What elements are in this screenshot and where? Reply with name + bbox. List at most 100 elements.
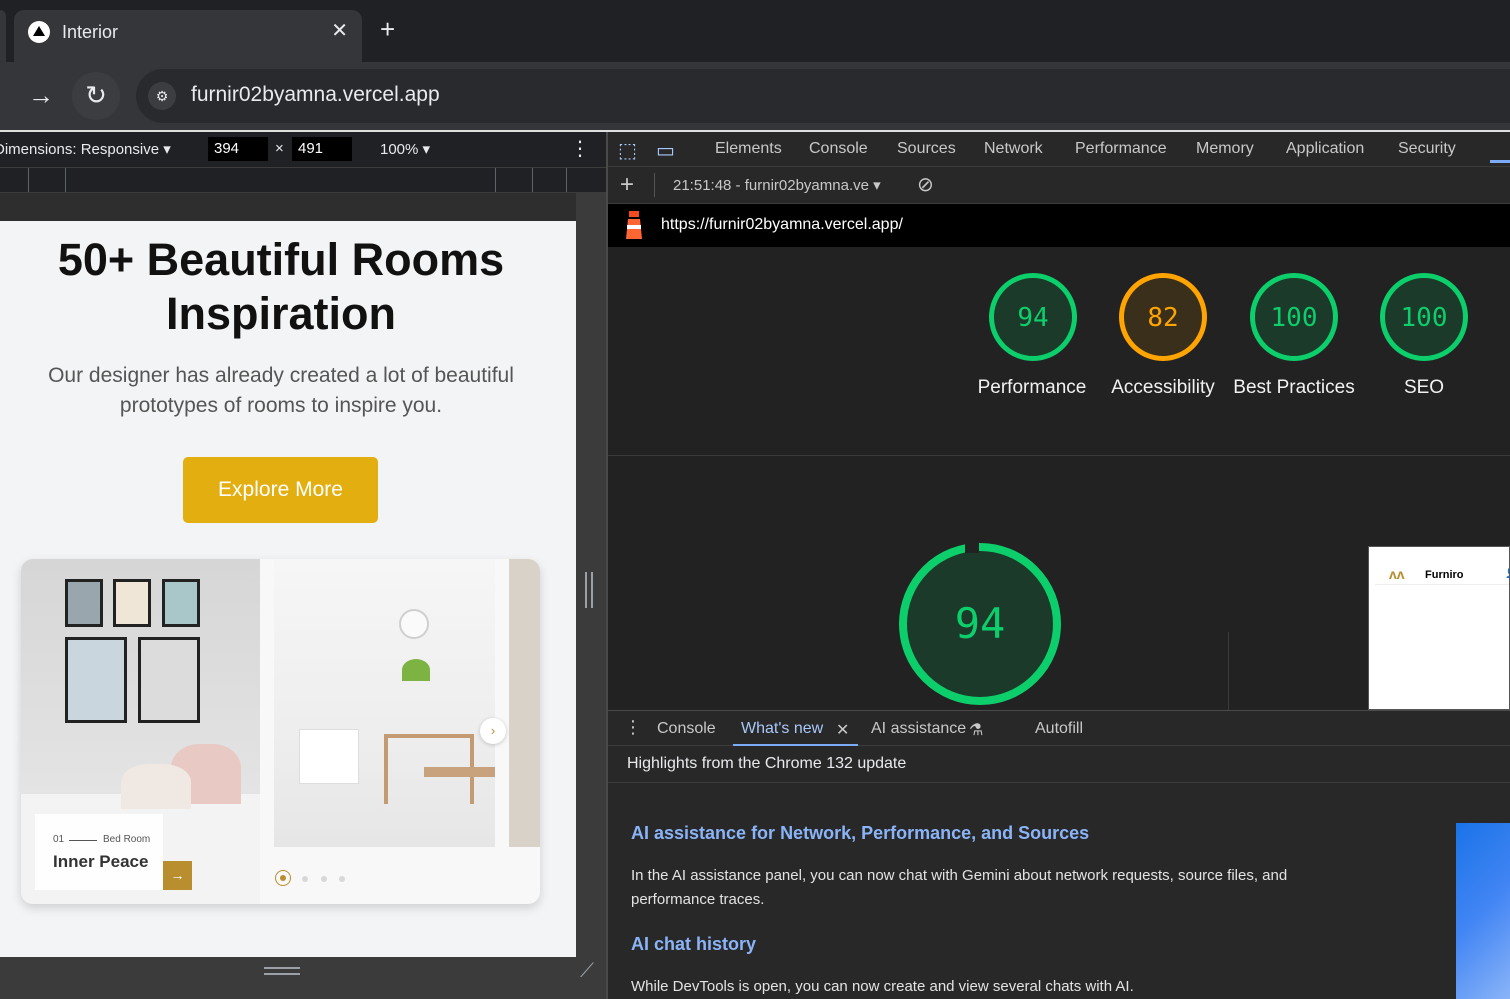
- inspect-element-icon[interactable]: ⬚: [618, 138, 637, 163]
- seo-gauge[interactable]: 100: [1380, 273, 1468, 361]
- accessibility-label[interactable]: Accessibility: [1093, 374, 1233, 401]
- drawer-tab-bar: ⋮ Console What's new ✕ AI assistance ⚗ A…: [608, 710, 1510, 746]
- viewport-gutter: [0, 193, 576, 221]
- address-bar[interactable]: ⚙ furnir02byamna.vercel.app: [136, 69, 1510, 123]
- ruler-tick: [65, 168, 66, 192]
- section-body: In the AI assistance panel, you can now …: [631, 867, 1288, 908]
- explore-more-button[interactable]: Explore More: [183, 457, 378, 523]
- rooms-slider: 01 Bed Room Inner Peace → ›: [21, 559, 540, 904]
- toolbar-divider: [654, 173, 655, 197]
- hero-title-line: 50+ Beautiful Rooms: [57, 234, 505, 285]
- dimension-separator: ×: [275, 140, 284, 157]
- best-practices-label[interactable]: Best Practices: [1224, 374, 1364, 401]
- ruler-tick: [532, 168, 533, 192]
- whats-new-header: Highlights from the Chrome 132 update: [608, 746, 1510, 783]
- wall-frame: [162, 579, 200, 627]
- pillow: [121, 764, 191, 809]
- tab-memory[interactable]: Memory: [1196, 140, 1254, 158]
- slider-dot-active[interactable]: [275, 870, 291, 886]
- section-title[interactable]: AI chat history: [631, 934, 756, 955]
- wall-frame: [113, 579, 151, 627]
- slider-dot[interactable]: [321, 876, 327, 882]
- site-settings-icon[interactable]: ⚙: [148, 82, 176, 110]
- address-url[interactable]: furnir02byamna.vercel.app: [191, 83, 440, 107]
- tab-close-icon[interactable]: ✕: [331, 18, 348, 43]
- site-favicon-icon: [28, 21, 50, 43]
- slider-dot[interactable]: [302, 876, 308, 882]
- seo-label[interactable]: SEO: [1354, 374, 1494, 401]
- viewport-bottom-handle[interactable]: [264, 967, 300, 975]
- plant: [402, 659, 430, 681]
- browser-toolbar: → ↻ ⚙ furnir02byamna.vercel.app: [0, 62, 1510, 130]
- zoom-dropdown[interactable]: 100% ▾: [380, 140, 430, 158]
- wall-clock: [399, 609, 429, 639]
- tab-console[interactable]: Console: [809, 140, 868, 158]
- lighthouse-logo-icon: [626, 211, 642, 239]
- clear-reports-icon[interactable]: ⊘: [917, 172, 934, 197]
- slide-bed-room-image: 01 Bed Room Inner Peace →: [21, 559, 260, 904]
- viewport-height-input[interactable]: 491: [292, 137, 352, 161]
- ruler-tick: [566, 168, 567, 192]
- tab-title: Interior: [62, 22, 119, 42]
- tab-performance[interactable]: Performance: [1075, 140, 1167, 158]
- slide-name: Inner Peace: [53, 852, 149, 871]
- drawer-tab-close-icon[interactable]: ✕: [836, 720, 849, 740]
- drawer-tab-whats-new[interactable]: What's new: [741, 720, 823, 738]
- report-divider: [608, 455, 1510, 456]
- label-divider: [69, 840, 97, 841]
- wall-frame: [138, 637, 200, 723]
- drawer-tab-ai-assistance[interactable]: AI assistance: [871, 720, 966, 738]
- best-practices-gauge[interactable]: 100: [1250, 273, 1338, 361]
- device-toggle-icon[interactable]: ▭: [656, 138, 675, 163]
- tab-application[interactable]: Application: [1286, 140, 1364, 158]
- new-report-icon[interactable]: +: [620, 171, 634, 199]
- drawer-tab-autofill[interactable]: Autofill: [1035, 720, 1083, 738]
- media-query-ruler: [0, 167, 606, 193]
- thumbnail-brand: Furniro: [1425, 569, 1464, 581]
- drawer-tab-console[interactable]: Console: [657, 720, 716, 738]
- lighthouse-url-bar: https://furnir02byamna.vercel.app/: [608, 204, 1510, 247]
- slide-dining-image: [274, 559, 495, 847]
- flask-icon: ⚗: [969, 722, 984, 739]
- dimensions-dropdown[interactable]: Dimensions: Responsive ▾: [0, 140, 171, 158]
- section-body: While DevTools is open, you can now crea…: [631, 978, 1134, 995]
- promo-image: [1456, 823, 1510, 999]
- ruler-tick: [28, 168, 29, 192]
- accessibility-gauge[interactable]: 82: [1119, 273, 1207, 361]
- table-top: [424, 767, 495, 777]
- ruler-tick: [495, 168, 496, 192]
- report-url[interactable]: https://furnir02byamna.vercel.app/: [661, 216, 903, 234]
- reload-icon[interactable]: ↻: [72, 72, 120, 120]
- slider-dot[interactable]: [339, 876, 345, 882]
- chevron-right-icon[interactable]: ›: [480, 718, 506, 744]
- performance-big-gauge: 94: [899, 543, 1061, 705]
- wall-frame: [65, 579, 103, 627]
- tab-security[interactable]: Security: [1398, 140, 1456, 158]
- tab-sources[interactable]: Sources: [897, 140, 956, 158]
- performance-label[interactable]: Performance: [962, 374, 1102, 401]
- devtools-tab-bar: ⬚ ▭ Elements Console Sources Network Per…: [608, 132, 1510, 167]
- drawer-menu-icon[interactable]: ⋮: [624, 717, 642, 738]
- report-selector-dropdown[interactable]: 21:51:48 - furnir02byamna.ve ▾: [673, 176, 881, 194]
- tab-lighthouse-indicator[interactable]: [1490, 160, 1510, 163]
- tab-strip: Interior ✕ +: [0, 0, 1510, 62]
- emulated-page: 50+ Beautiful Rooms Inspiration Our desi…: [0, 221, 576, 957]
- viewport-resize-handle[interactable]: [585, 572, 593, 608]
- hero-subtitle: Our designer has already created a lot o…: [48, 364, 514, 417]
- corner-resize-icon[interactable]: ⟋: [580, 960, 594, 983]
- lighthouse-toolbar: + 21:51:48 - furnir02byamna.ve ▾ ⊘: [608, 167, 1510, 204]
- more-options-icon[interactable]: ⋮: [570, 136, 590, 161]
- forward-arrow-icon[interactable]: →: [28, 80, 54, 111]
- tab-network[interactable]: Network: [984, 140, 1043, 158]
- wall-frame: [65, 637, 127, 723]
- arrow-right-icon[interactable]: →: [163, 861, 192, 890]
- final-screenshot-thumbnail[interactable]: ʌʌ Furniro 👤: [1368, 546, 1510, 710]
- previous-tab[interactable]: [0, 10, 6, 62]
- viewport-width-input[interactable]: 394: [208, 137, 268, 161]
- section-title[interactable]: AI assistance for Network, Performance, …: [631, 823, 1089, 844]
- tab-interior[interactable]: Interior ✕: [14, 10, 362, 62]
- whats-new-heading: Highlights from the Chrome 132 update: [627, 755, 907, 772]
- performance-gauge[interactable]: 94: [989, 273, 1077, 361]
- tab-elements[interactable]: Elements: [715, 140, 782, 158]
- new-tab-button[interactable]: +: [380, 14, 395, 45]
